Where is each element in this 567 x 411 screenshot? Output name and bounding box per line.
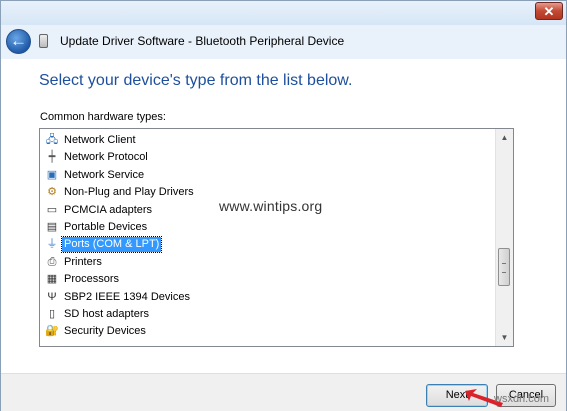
hardware-types-list[interactable]: ▲ ▼ 🖧 Network Client ┿ Network Protocol ▣ Net… [39, 128, 514, 347]
list-item-label: Network Client [64, 134, 136, 146]
usb-device-icon [39, 34, 48, 48]
dialog-window: ✕ ← Update Driver Software - Bluetooth P… [0, 0, 567, 411]
scroll-thumb[interactable] [498, 248, 510, 286]
list-item-label: Ports (COM & LPT) [60, 236, 163, 254]
list-item-label: Network Protocol [64, 151, 148, 164]
list-item-label: Security Devices [64, 325, 146, 338]
network-service-icon: ▣ [46, 168, 58, 181]
scroll-down-icon[interactable]: ▼ [496, 329, 513, 346]
ports-icon: ⏚ [46, 238, 58, 251]
security-devices-icon: 🔐 [45, 325, 59, 338]
portable-devices-icon: ▤ [46, 221, 58, 233]
list-item-label: SD host adapters [64, 308, 149, 320]
scroll-up-icon[interactable]: ▲ [496, 129, 513, 146]
list-item-label: Printers [64, 255, 102, 268]
non-pnp-drivers-icon: ⚙ [47, 186, 57, 199]
list-item-label: Processors [64, 273, 120, 286]
window-title: Update Driver Software - Bluetooth Perip… [60, 34, 345, 48]
list-item-label: SBP2 IEEE 1394 Devices [64, 290, 190, 303]
list-item-label: Non-Plug and Play Drivers [64, 186, 194, 199]
list-item-label: Network Service [64, 168, 145, 181]
page-heading: Select your device's type from the list … [39, 72, 353, 89]
sd-host-icon: ▯ [48, 308, 56, 320]
generic-device-icon: ▪ [45, 342, 59, 346]
network-client-icon: 🖧 [45, 134, 59, 146]
processor-icon: ▦ [46, 273, 58, 286]
pcmcia-icon: ▭ [46, 203, 58, 216]
list-item-label: Portable Devices [64, 221, 148, 233]
grip-icon [502, 263, 506, 273]
list-item-label: PCMCIA adapters [64, 203, 153, 216]
close-button[interactable]: ✕ [535, 2, 563, 20]
vertical-scrollbar[interactable]: ▲ ▼ [495, 129, 513, 346]
printer-icon: ⎙ [47, 255, 57, 268]
corner-watermark: wsxdn.com [494, 393, 550, 405]
list-label: Common hardware types: [40, 111, 166, 123]
title-bar: ✕ [1, 1, 566, 25]
watermark: www.wintips.org [219, 198, 323, 214]
network-protocol-icon: ┿ [48, 151, 56, 164]
back-button[interactable]: ← [6, 29, 31, 54]
wizard-header: ← Update Driver Software - Bluetooth Per… [1, 25, 566, 59]
sbp2-icon: Ψ [47, 290, 57, 303]
